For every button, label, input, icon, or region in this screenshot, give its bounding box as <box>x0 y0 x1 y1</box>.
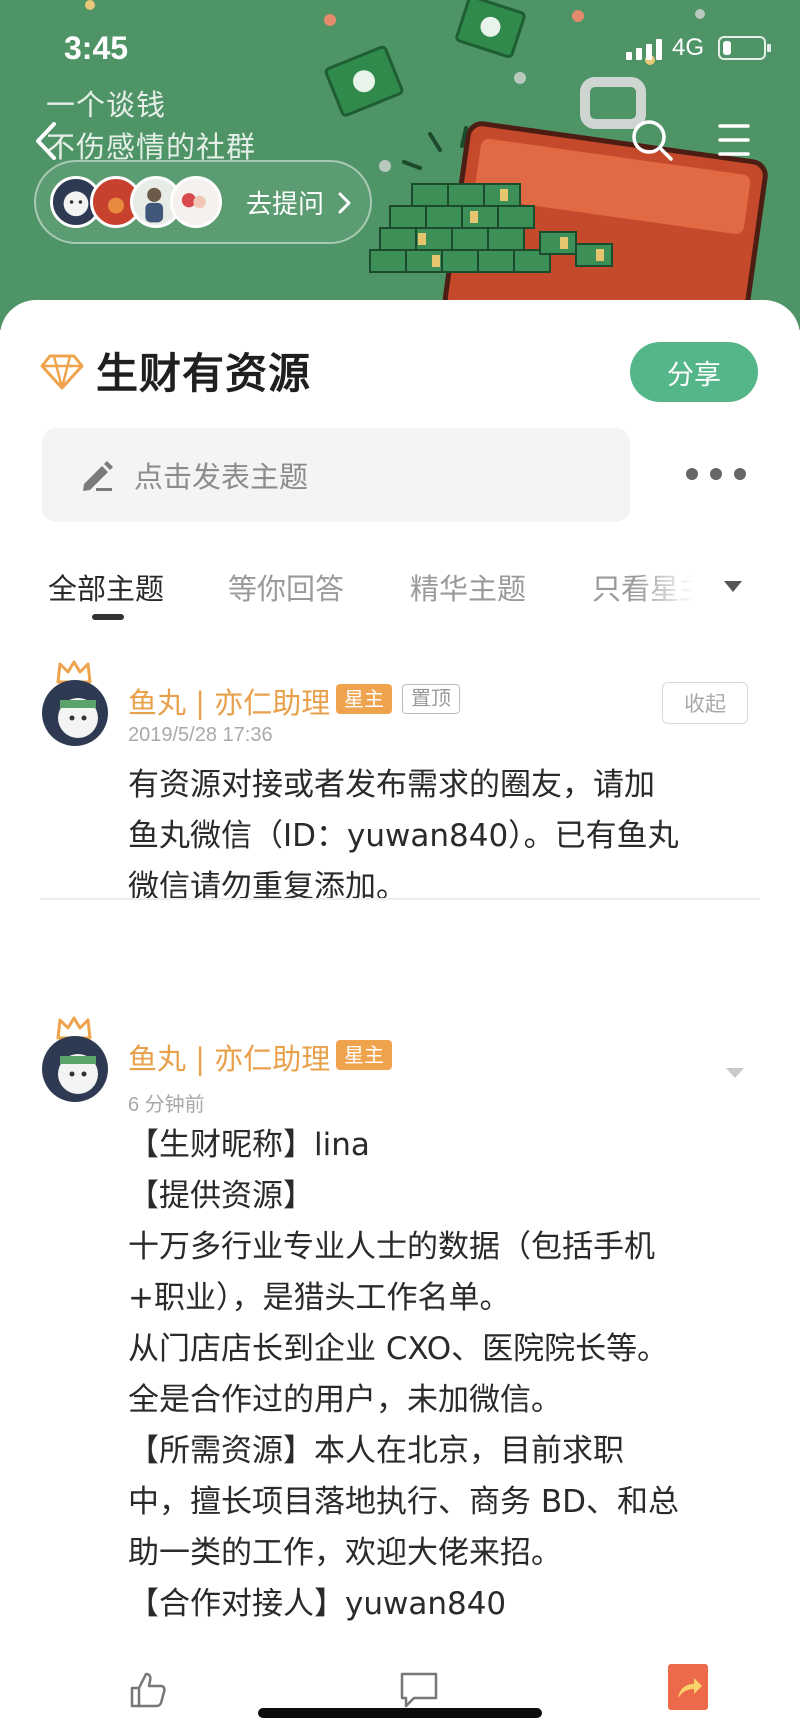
battery-icon <box>718 36 771 60</box>
post-line: 【生财昵称】lina <box>128 1127 370 1163</box>
caret-down-icon[interactable] <box>724 1066 746 1080</box>
post-line: +职业），是猎头工作名单。 <box>128 1280 511 1316</box>
network-type: 4G <box>672 34 705 61</box>
post-line: 【提供资源】 <box>128 1178 314 1214</box>
author-name[interactable]: 鱼丸 | 亦仁助理 <box>128 1036 330 1078</box>
back-arrow-icon[interactable] <box>28 116 68 166</box>
ask-question-label: 去提问 <box>246 190 325 220</box>
pencil-icon <box>83 461 113 491</box>
more-dots-icon[interactable] <box>686 452 746 496</box>
chevron-right-icon <box>338 192 351 214</box>
avatar <box>170 176 222 228</box>
battery-level <box>723 41 731 55</box>
avatar <box>42 1036 108 1102</box>
post-line: 【所需资源】本人在北京，目前求职 <box>128 1433 624 1469</box>
owner-badge: 星主 <box>336 684 392 714</box>
post-line: 鱼丸微信（ID：yuwan840）。已有鱼丸 <box>128 818 679 854</box>
owner-badge: 星主 <box>336 1040 392 1070</box>
collapse-button[interactable]: 收起 <box>662 682 748 724</box>
post-line: 从门店店长到企业 CXO、医院院长等。 <box>128 1331 669 1367</box>
slogan-line: 一个谈钱 <box>46 88 167 122</box>
post-input-placeholder: 点击发表主题 <box>134 460 309 494</box>
cellular-signal-icon <box>626 38 662 60</box>
thumbs-up-icon[interactable] <box>128 1670 168 1710</box>
circle-header-banner: 3:45 4G 一个谈钱 不伤感情的社群 去提问 <box>0 0 800 330</box>
post-line: 十万多行业专业人士的数据（包括手机 <box>128 1229 655 1265</box>
clock: 3:45 <box>64 30 129 66</box>
menu-icon[interactable] <box>712 120 756 164</box>
post-timestamp: 2019/5/28 17:36 <box>128 724 273 746</box>
pinned-badge: 置顶 <box>402 684 460 714</box>
topic-tabs: 全部主题 等你回答 精华主题 只看星主 <box>0 556 800 620</box>
author-avatar[interactable] <box>40 660 110 752</box>
home-indicator <box>258 1708 542 1718</box>
tab-featured[interactable]: 精华主题 <box>410 566 526 608</box>
author-avatar[interactable] <box>40 1016 110 1108</box>
post-topic-input[interactable]: 点击发表主题 <box>42 428 630 522</box>
tab-awaiting-answer[interactable]: 等你回答 <box>228 566 344 608</box>
post-line: 全是合作过的用户，未加微信。 <box>128 1382 562 1418</box>
circle-title: 生财有资源 <box>96 348 312 398</box>
share-button[interactable]: 分享 <box>630 342 758 402</box>
tab-all-topics[interactable]: 全部主题 <box>48 566 164 608</box>
post-content[interactable]: 【生财昵称】lina 【提供资源】 十万多行业专业人士的数据（包括手机 +职业）… <box>128 1120 768 1630</box>
post-line: 【合作对接人】yuwan840 <box>128 1586 507 1622</box>
post-timestamp: 6 分钟前 <box>128 1094 205 1116</box>
author-name[interactable]: 鱼丸 | 亦仁助理 <box>128 680 330 722</box>
comment-icon[interactable] <box>398 1670 440 1710</box>
avatar <box>42 680 108 746</box>
circle-title-row: 生财有资源 <box>40 340 311 400</box>
tab-fade <box>636 556 708 620</box>
post-content[interactable]: 有资源对接或者发布需求的圈友，请加 鱼丸微信（ID：yuwan840）。已有鱼丸… <box>128 760 768 913</box>
circle-content-card: 生财有资源 分享 点击发表主题 全部主题 等你回答 精华主题 只看星主 <box>0 300 800 1732</box>
active-tab-indicator <box>92 614 124 620</box>
post-divider <box>40 898 760 900</box>
post-actions-bar <box>0 1660 800 1732</box>
circle-slogan: 一个谈钱 不伤感情的社群 <box>46 84 256 168</box>
search-icon[interactable] <box>630 118 674 162</box>
share-arrow-icon[interactable] <box>668 1664 708 1710</box>
post-line: 微信请勿重复添加。 <box>128 869 407 905</box>
caret-down-icon[interactable] <box>722 578 744 594</box>
post-line: 助一类的工作，欢迎大佬来招。 <box>128 1535 562 1571</box>
post-line: 中，擅长项目落地执行、商务 BD、和总 <box>128 1484 679 1520</box>
ask-question-button[interactable]: 去提问 <box>34 160 372 244</box>
diamond-icon <box>40 354 84 390</box>
post-line: 有资源对接或者发布需求的圈友，请加 <box>128 767 655 803</box>
